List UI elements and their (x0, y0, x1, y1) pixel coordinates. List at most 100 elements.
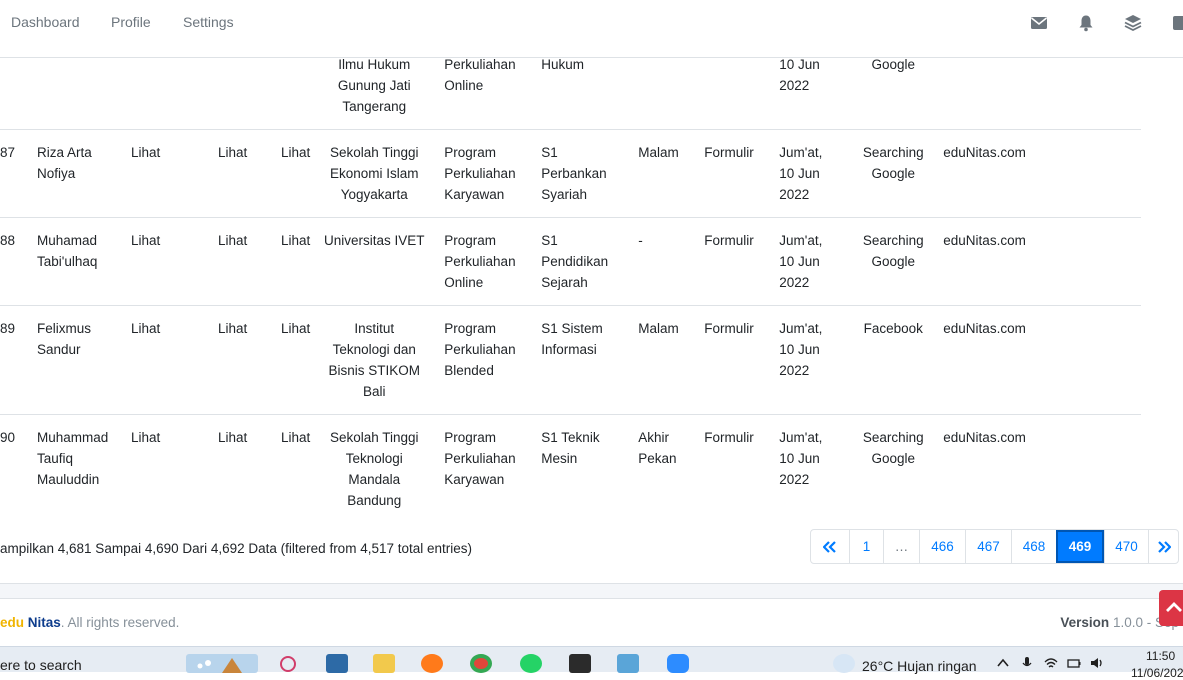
student-name: Muhammad Taufiq Mauluddin (37, 414, 131, 523)
table-info-text: ampilkan 4,681 Sampai 4,690 Dari 4,692 D… (0, 541, 473, 556)
content-divider (0, 583, 1183, 599)
snip-tool-icon[interactable] (277, 654, 299, 673)
date: Jum'at, 10 Jun 2022 (778, 217, 846, 306)
student-name: Felixmus Sandur (37, 305, 131, 415)
table-row: 89 Felixmus Sandur Lihat Lihat Lihat Inst… (0, 305, 1142, 415)
page-button[interactable]: 1 (849, 530, 883, 563)
page-button[interactable]: 466 (919, 530, 965, 563)
view-link-3[interactable]: Lihat (281, 217, 311, 306)
data-table-container: Ilmu Hukum Gunung Jati Tangerang Perkuliah… (0, 59, 1183, 583)
weather-icon (833, 654, 855, 673)
student-name: Muhamad Tabi'ulhaq (37, 217, 131, 306)
site: eduNitas.com (941, 217, 1142, 306)
institution: Institut Teknologi dan Bisnis STIKOM Bali (310, 305, 439, 415)
site: eduNitas.com (941, 129, 1142, 218)
first-page-button[interactable] (811, 530, 849, 563)
wifi-icon[interactable] (1044, 656, 1058, 670)
source: Searching Google (845, 414, 942, 523)
view-link-3[interactable]: Lihat (281, 305, 311, 415)
view-link-3[interactable]: Lihat (281, 414, 311, 523)
student-name: Riza Arta Nofiya (37, 129, 131, 218)
view-link-3[interactable]: Lihat (281, 129, 311, 218)
view-link-2[interactable]: Lihat (218, 414, 281, 523)
page-button[interactable]: 470 (1104, 530, 1148, 563)
institution: Sekolah Tinggi Ekonomi Islam Yogyakarta (310, 129, 439, 218)
clock-time: 11:50 (1146, 649, 1176, 663)
program: Program Perkuliahan Karyawan (438, 129, 542, 218)
view-link-2[interactable]: Lihat (218, 129, 281, 218)
page-button-active[interactable]: 469 (1056, 530, 1104, 563)
site: eduNitas.com (941, 305, 1142, 415)
user-icon[interactable] (1171, 14, 1183, 34)
chevron-up-icon[interactable] (996, 656, 1010, 670)
brand-name-part-2[interactable]: Nitas (28, 615, 61, 630)
scroll-to-top-button[interactable] (1159, 590, 1183, 626)
registrant-table: Ilmu Hukum Gunung Jati Tangerang Perkuliah… (0, 59, 1142, 523)
major: S1 Pendidikan Sejarah (541, 217, 639, 306)
calculator-icon[interactable] (326, 654, 348, 673)
table-row: 88 Muhamad Tabi'ulhaq Lihat Lihat Lihat U… (0, 217, 1142, 306)
os-taskbar: ere to search 26°C Hujan ringan 11:50 11… (0, 646, 1183, 680)
institution: Universitas IVET (310, 217, 439, 306)
source: Searching Google (845, 129, 942, 218)
envelope-icon[interactable] (1030, 14, 1050, 34)
firefox-icon[interactable] (421, 654, 443, 673)
major: S1 Teknik Mesin (541, 414, 639, 523)
form-type: Formulir (704, 305, 779, 415)
site: eduNitas.com (941, 414, 1142, 523)
page-footer: edu Nitas. All rights reserved. Version … (0, 599, 1183, 646)
speaker-icon[interactable] (1090, 656, 1104, 670)
view-link-1[interactable]: Lihat (131, 217, 218, 306)
brand-name-part-1[interactable]: edu (0, 615, 24, 630)
table-row: Ilmu Hukum Gunung Jati Tangerang Perkuliah… (337, 59, 916, 114)
table-row: 87 Riza Arta Nofiya Lihat Lihat Lihat Sek… (0, 129, 1142, 218)
form-type: Formulir (704, 217, 779, 306)
major: S1 Perbankan Syariah (541, 129, 639, 218)
program: Program Perkuliahan Online (438, 217, 542, 306)
clock-date: 11/06/2022 (1131, 666, 1183, 680)
chrome-icon[interactable] (470, 654, 492, 673)
table-row: 90 Muhammad Taufiq Mauluddin Lihat Lihat L… (0, 414, 1142, 523)
row-number: 89 (0, 305, 37, 415)
program: Program Perkuliahan Blended (438, 305, 542, 415)
view-link-1[interactable]: Lihat (131, 305, 218, 415)
search-highlight-image (186, 654, 258, 673)
page-button[interactable]: 467 (965, 530, 1011, 563)
nav-link-settings[interactable]: Settings (183, 14, 234, 30)
taskbar-clock[interactable]: 11:50 11/06/2022 (1131, 649, 1183, 680)
row-number: 87 (0, 129, 37, 218)
next-page-button[interactable] (1148, 530, 1178, 563)
major: S1 Sistem Informasi (541, 305, 639, 415)
file-explorer-icon[interactable] (373, 654, 395, 673)
microphone-icon[interactable] (1020, 656, 1034, 670)
copyright-suffix: . All rights reserved. (60, 615, 180, 630)
class-type: Malam (638, 305, 705, 415)
date: Jum'at, 10 Jun 2022 (778, 129, 846, 218)
copyright-text: edu Nitas. All rights reserved. (0, 615, 179, 630)
date: Jum'at, 10 Jun 2022 (778, 305, 846, 415)
top-navbar: Dashboard Profile Settings (0, 0, 1183, 58)
view-link-1[interactable]: Lihat (131, 414, 218, 523)
form-type: Formulir (704, 414, 779, 523)
zoom-icon[interactable] (667, 654, 689, 673)
layers-icon[interactable] (1124, 14, 1144, 34)
class-type: Malam (638, 129, 705, 218)
page-button[interactable]: 468 (1011, 530, 1056, 563)
institution: Sekolah Tinggi Teknologi Mandala Bandung (310, 414, 439, 523)
nav-link-dashboard[interactable]: Dashboard (11, 14, 80, 30)
notes-icon[interactable] (617, 654, 639, 673)
source: Searching Google (845, 217, 942, 306)
terminal-icon[interactable] (569, 654, 591, 673)
nav-link-profile[interactable]: Profile (111, 14, 151, 30)
view-link-2[interactable]: Lihat (218, 305, 281, 415)
source: Facebook (845, 305, 942, 415)
date: Jum'at, 10 Jun 2022 (778, 414, 846, 523)
view-link-2[interactable]: Lihat (218, 217, 281, 306)
whatsapp-icon[interactable] (520, 654, 542, 673)
view-link-1[interactable]: Lihat (131, 129, 218, 218)
taskbar-search-box[interactable]: ere to search (0, 657, 82, 673)
bell-icon[interactable] (1077, 14, 1097, 34)
row-number: 90 (0, 414, 37, 523)
program: Program Perkuliahan Karyawan (438, 414, 542, 523)
battery-icon[interactable] (1067, 656, 1081, 670)
